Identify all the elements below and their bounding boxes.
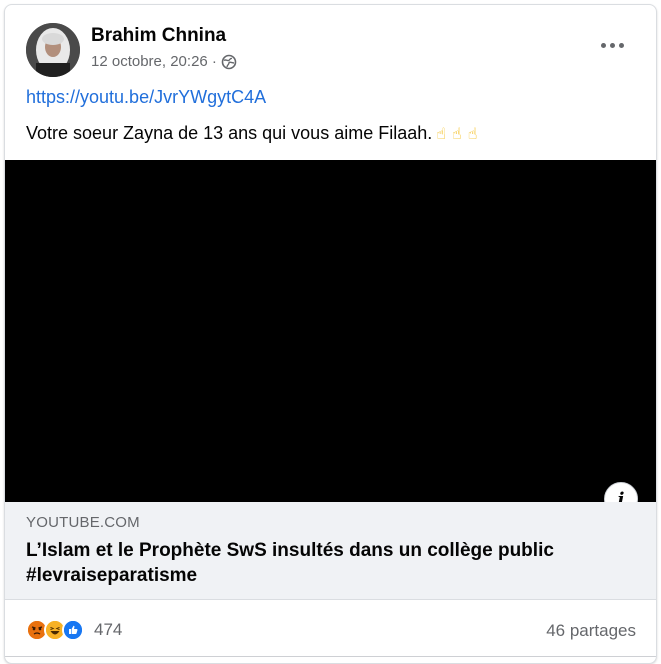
- post-timestamp[interactable]: 12 octobre, 20:26 ·: [91, 53, 217, 70]
- shares-count[interactable]: 46 partages: [546, 621, 636, 641]
- like-reaction-icon: [62, 619, 84, 641]
- point-up-hand-icon: ☝: [436, 125, 446, 143]
- point-up-hand-icon: ☝: [467, 125, 478, 143]
- emoji-group: ☝ ☝ ☝: [436, 124, 477, 144]
- video-player[interactable]: i: [5, 160, 656, 516]
- link-preview[interactable]: YOUTUBE.COM L’Islam et le Prophète SwS i…: [5, 502, 656, 600]
- preview-title[interactable]: L’Islam et le Prophète SwS insultés dans…: [26, 538, 626, 588]
- author-name[interactable]: Brahim Chnina: [91, 25, 226, 47]
- post-link[interactable]: https://youtu.be/JvrYWgytC4A: [26, 87, 266, 108]
- more-dot-icon: [609, 42, 615, 48]
- globe-icon: [221, 54, 237, 70]
- avatar-image: [26, 23, 80, 77]
- avatar[interactable]: [26, 23, 80, 77]
- reaction-count[interactable]: 474: [94, 620, 122, 640]
- engagement-bar: 474 46 partages: [5, 601, 656, 657]
- post-text-row: Votre soeur Zayna de 13 ans qui vous aim…: [26, 123, 478, 144]
- post-card: Brahim Chnina 12 octobre, 20:26 · https:…: [4, 4, 657, 664]
- more-dot-icon: [600, 42, 606, 48]
- post-text: Votre soeur Zayna de 13 ans qui vous aim…: [26, 123, 433, 143]
- point-up-hand-icon: ☝: [452, 125, 462, 143]
- post-header: Brahim Chnina 12 octobre, 20:26 ·: [5, 5, 656, 85]
- post-meta: 12 octobre, 20:26 ·: [91, 53, 237, 70]
- reactions-summary[interactable]: 474: [26, 619, 122, 641]
- more-dot-icon: [618, 42, 624, 48]
- more-options-button[interactable]: [598, 35, 626, 55]
- preview-domain: YOUTUBE.COM: [26, 514, 140, 531]
